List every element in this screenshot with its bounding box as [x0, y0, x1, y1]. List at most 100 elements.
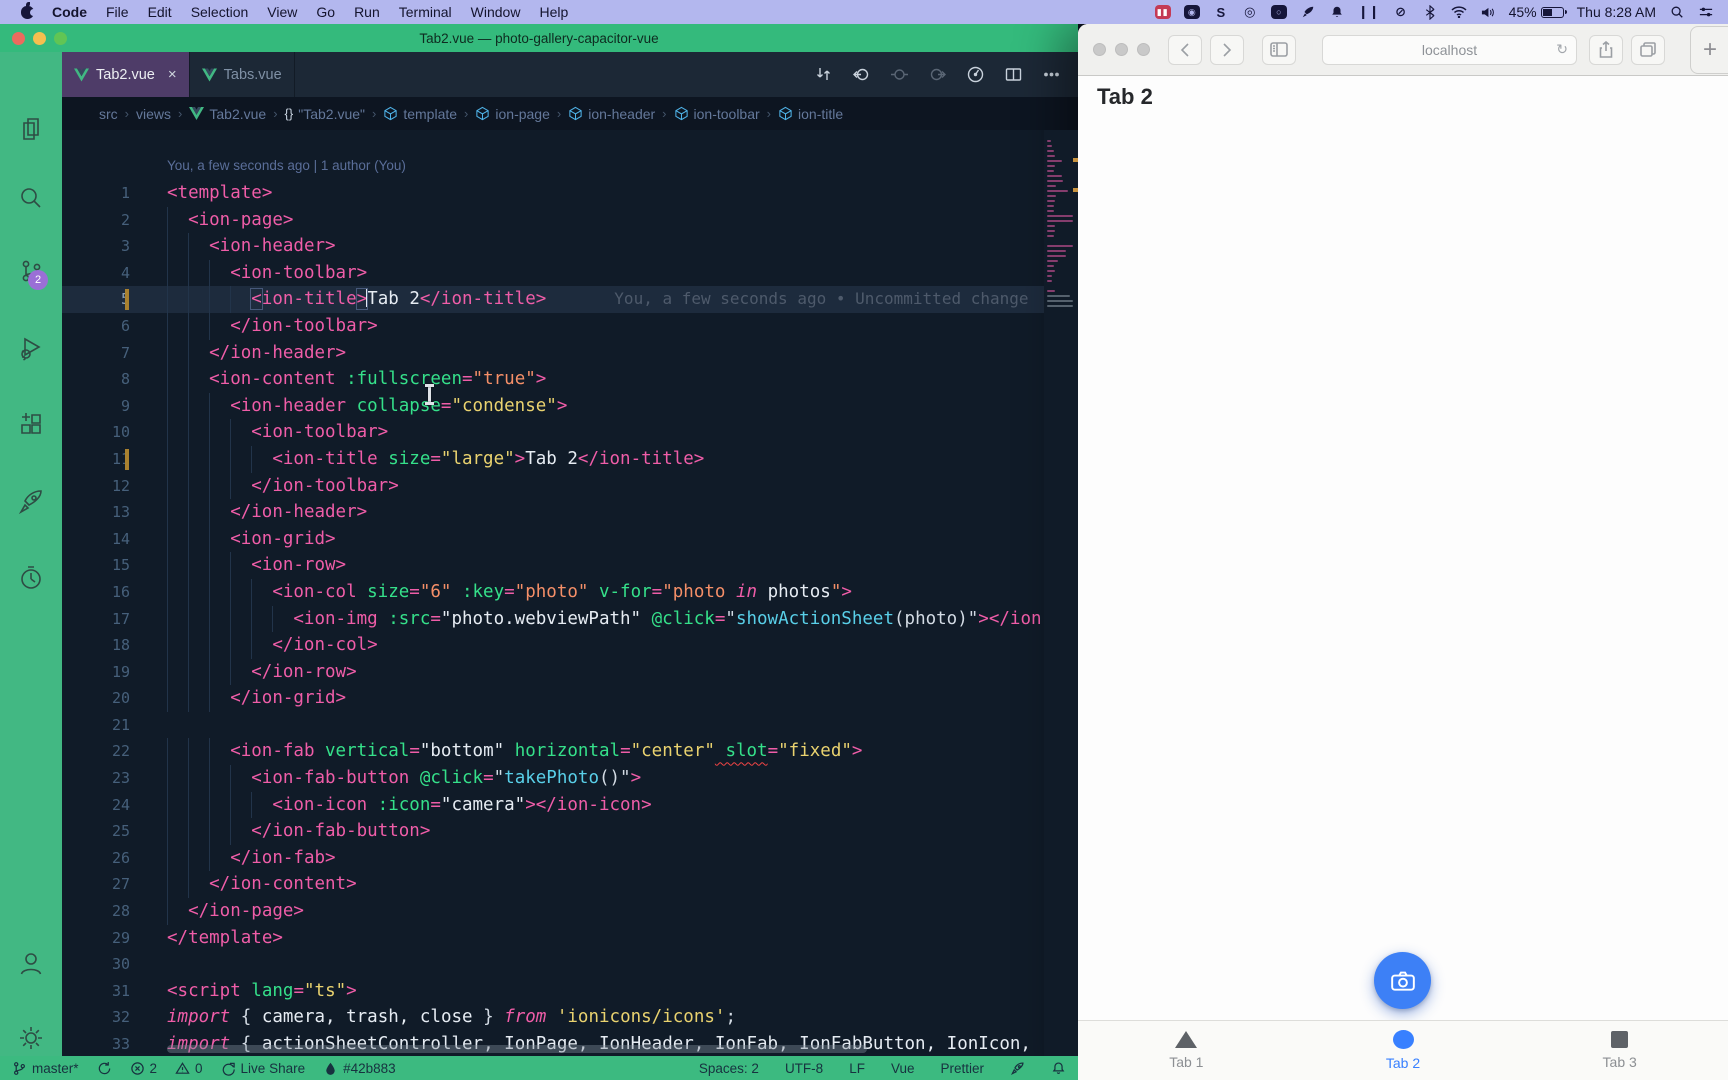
- code-line[interactable]: 17<ion-img :src="photo.webviewPath" @cli…: [62, 606, 1078, 633]
- breadcrumb-item-ion-toolbar[interactable]: ion-toolbar: [674, 106, 760, 122]
- code-line[interactable]: 28</ion-page>: [62, 898, 1078, 925]
- forward-button[interactable]: [1210, 35, 1244, 65]
- menu-item-terminal[interactable]: Terminal: [399, 4, 452, 20]
- ion-tab-tab-1[interactable]: Tab 1: [1078, 1021, 1295, 1080]
- code-line[interactable]: 24<ion-icon :icon="camera"></ion-icon>: [62, 792, 1078, 819]
- menu-item-file[interactable]: File: [106, 4, 129, 20]
- code-line[interactable]: 26</ion-fab>: [62, 845, 1078, 872]
- split-editor-icon[interactable]: [1000, 62, 1026, 88]
- code-line[interactable]: 13</ion-header>: [62, 499, 1078, 526]
- notification-bell-icon[interactable]: [1329, 4, 1345, 20]
- code-line[interactable]: 19</ion-row>: [62, 659, 1078, 686]
- code-line[interactable]: 15<ion-row>: [62, 552, 1078, 579]
- status-vue[interactable]: Vue: [891, 1061, 915, 1076]
- window-split-icon[interactable]: ❙❙: [1358, 4, 1380, 20]
- menu-item-window[interactable]: Window: [471, 4, 521, 20]
- code-line[interactable]: 1<template>: [62, 180, 1078, 207]
- breadcrumb-item-views[interactable]: views: [136, 106, 171, 122]
- code-line[interactable]: 5<ion-title>Tab 2</ion-title>You, a few …: [62, 286, 1078, 313]
- code-line[interactable]: 3<ion-header>: [62, 233, 1078, 260]
- status-live-share[interactable]: Live Share: [221, 1061, 306, 1076]
- navigate-back-icon[interactable]: [848, 62, 874, 88]
- status-lf[interactable]: LF: [849, 1061, 865, 1076]
- status-2[interactable]: 2: [130, 1061, 158, 1076]
- explorer-icon[interactable]: [17, 114, 45, 142]
- screen-recorder-icon[interactable]: ▮▮: [1155, 5, 1171, 19]
- code-line[interactable]: 23<ion-fab-button @click="takePhoto()">: [62, 765, 1078, 792]
- breadcrumb-item-template[interactable]: template: [383, 106, 457, 122]
- rocket-menu-icon[interactable]: [1300, 4, 1316, 20]
- code-line[interactable]: 29</template>: [62, 925, 1078, 952]
- app-s-icon[interactable]: S: [1213, 4, 1229, 20]
- menu-clock[interactable]: Thu 8:28 AM: [1577, 4, 1656, 20]
- menu-item-code[interactable]: Code: [52, 4, 87, 20]
- breadcrumb-item-tab2-vue[interactable]: Tab2.vue: [189, 106, 266, 122]
- zoom-window-button[interactable]: [54, 32, 67, 45]
- navigate-forward-icon[interactable]: [924, 62, 950, 88]
- status-0[interactable]: 0: [175, 1061, 203, 1076]
- code-line[interactable]: 10<ion-toolbar>: [62, 419, 1078, 446]
- menu-item-selection[interactable]: Selection: [191, 4, 249, 20]
- close-tab-icon[interactable]: ×: [168, 66, 177, 83]
- run-debug-icon[interactable]: [17, 334, 45, 362]
- search-icon[interactable]: [17, 184, 45, 212]
- code-line[interactable]: 18</ion-col>: [62, 632, 1078, 659]
- menu-item-run[interactable]: Run: [354, 4, 380, 20]
- vscode-title-bar[interactable]: Tab2.vue — photo-gallery-capacitor-vue: [0, 24, 1078, 52]
- run-code-icon[interactable]: [962, 62, 988, 88]
- minimize-window-button[interactable]: [33, 32, 46, 45]
- menu-item-help[interactable]: Help: [539, 4, 568, 20]
- bluetooth-icon[interactable]: [1422, 4, 1438, 20]
- menu-item-view[interactable]: View: [267, 4, 297, 20]
- ion-tab-tab-3[interactable]: Tab 3: [1511, 1021, 1728, 1080]
- navigate-previous-icon[interactable]: [886, 62, 912, 88]
- safari-minimize-button[interactable]: [1115, 43, 1128, 56]
- code-line[interactable]: 7</ion-header>: [62, 340, 1078, 367]
- gitlens-authors-codelens[interactable]: You, a few seconds ago | 1 author (You): [167, 158, 406, 173]
- status-master-[interactable]: master*: [12, 1061, 79, 1076]
- menu-item-go[interactable]: Go: [316, 4, 335, 20]
- code-line[interactable]: 14<ion-grid>: [62, 526, 1078, 553]
- editor-tab-tab2.vue[interactable]: Tab2.vue×: [62, 52, 190, 97]
- reload-icon[interactable]: ↻: [1556, 41, 1568, 58]
- compass-icon[interactable]: ⊘: [1393, 4, 1409, 20]
- status-prettier[interactable]: Prettier: [940, 1061, 984, 1076]
- status-spaces-2[interactable]: Spaces: 2: [699, 1061, 759, 1076]
- new-tab-button[interactable]: +: [1690, 26, 1728, 74]
- address-bar[interactable]: localhost ↻: [1322, 35, 1577, 65]
- status-utf-8[interactable]: UTF-8: [785, 1061, 823, 1076]
- code-editor[interactable]: You, a few seconds ago | 1 author (You) …: [62, 130, 1078, 1056]
- account-icon[interactable]: [17, 949, 45, 977]
- breadcrumb-item--tab2-vue-[interactable]: {}"Tab2.vue": [285, 106, 365, 122]
- code-line[interactable]: 8<ion-content :fullscreen="true">: [62, 366, 1078, 393]
- record-app-icon[interactable]: ○: [1271, 5, 1287, 19]
- back-button[interactable]: [1168, 35, 1202, 65]
- code-line[interactable]: 25</ion-fab-button>: [62, 818, 1078, 845]
- share-icon[interactable]: [1589, 35, 1623, 65]
- breadcrumb-item-src[interactable]: src: [99, 106, 118, 122]
- camera-fab-button[interactable]: [1374, 952, 1431, 1009]
- horizontal-scrollbar[interactable]: [167, 1045, 867, 1053]
- status-feedback[interactable]: [1010, 1061, 1025, 1076]
- editor-tab-tabs.vue[interactable]: Tabs.vue: [190, 52, 295, 97]
- safari-zoom-button[interactable]: [1137, 43, 1150, 56]
- breadcrumb[interactable]: src›views›Tab2.vue›{}"Tab2.vue"›template…: [62, 97, 1078, 130]
- code-line[interactable]: 20</ion-grid>: [62, 685, 1078, 712]
- timer-icon[interactable]: [17, 564, 45, 592]
- menu-item-edit[interactable]: Edit: [148, 4, 172, 20]
- extensions-icon[interactable]: [17, 410, 45, 438]
- git-compare-icon[interactable]: [810, 62, 836, 88]
- close-window-button[interactable]: [12, 32, 25, 45]
- sidebar-toggle-icon[interactable]: [1262, 35, 1296, 65]
- code-line[interactable]: 12</ion-toolbar>: [62, 473, 1078, 500]
- code-line[interactable]: 30: [62, 951, 1078, 978]
- tab-overview-icon[interactable]: [1631, 35, 1665, 65]
- minimap[interactable]: [1044, 130, 1078, 1056]
- code-line[interactable]: 4<ion-toolbar>: [62, 260, 1078, 287]
- code-line[interactable]: 32import { camera, trash, close } from '…: [62, 1004, 1078, 1031]
- breadcrumb-item-ion-page[interactable]: ion-page: [475, 106, 550, 122]
- status-#42b883[interactable]: #42b883: [323, 1061, 396, 1076]
- breadcrumb-item-ion-header[interactable]: ion-header: [568, 106, 655, 122]
- ion-tab-tab-2[interactable]: Tab 2: [1295, 1021, 1512, 1080]
- code-line[interactable]: 21: [62, 712, 1078, 739]
